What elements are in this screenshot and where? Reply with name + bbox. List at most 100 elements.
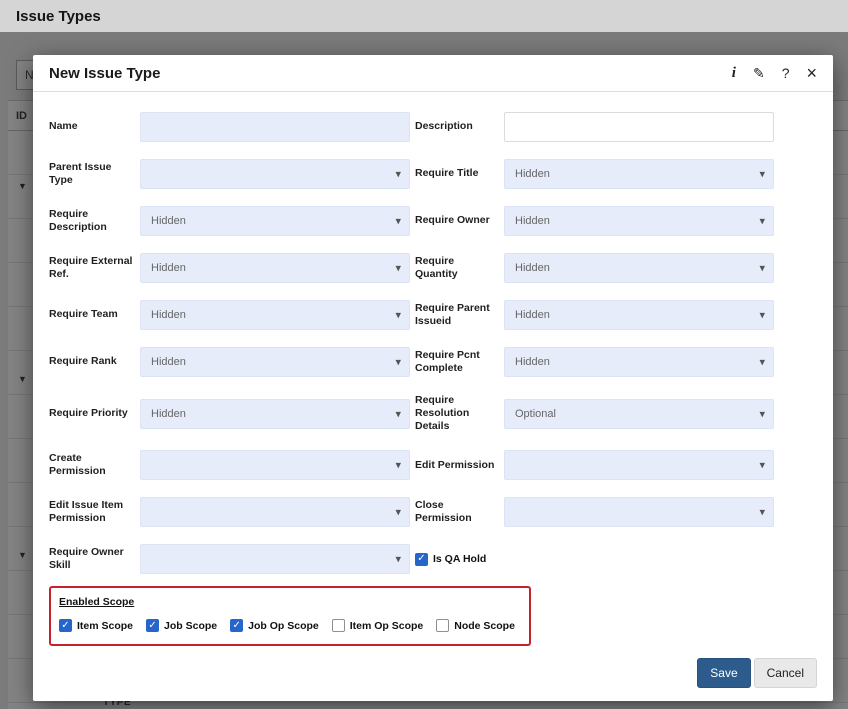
field-is-qa-hold: ✓ Is QA Hold: [410, 552, 774, 566]
save-button[interactable]: Save: [697, 658, 751, 688]
job-op-scope-checkbox[interactable]: ✓: [230, 619, 244, 633]
select-require-title[interactable]: Hidden ▾: [504, 159, 774, 189]
select-value-require-resolution-details: Optional: [515, 407, 556, 420]
field-label-require-quantity: Require Quantity: [415, 254, 458, 280]
dialog-footer: Save Cancel: [33, 658, 833, 701]
chevron-down-icon: ▾: [759, 168, 765, 181]
select-require-owner-skill[interactable]: ▾: [140, 544, 410, 575]
field-label-require-external-ref: Require External Ref.: [49, 254, 133, 280]
scope-label-node-scope: Node Scope: [454, 619, 515, 632]
new-issue-type-dialog: New Issue Type i ✎ ? × Name Description Pa…: [33, 55, 833, 701]
info-icon[interactable]: i: [732, 65, 736, 81]
chevron-down-icon: ▾: [395, 309, 401, 322]
scope-label-item-op-scope: Item Op Scope: [349, 619, 424, 632]
scope-option-job-op-scope: ✓ Job Op Scope: [230, 619, 319, 633]
enabled-scope-heading: Enabled Scope: [59, 596, 135, 609]
scope-label-job-op-scope: Job Op Scope: [248, 619, 319, 632]
input-description[interactable]: [504, 112, 774, 142]
page-title: Issue Types: [16, 7, 101, 25]
dialog-body: Name Description Parent Issue Type ▾ Require…: [33, 92, 833, 658]
cancel-button[interactable]: Cancel: [753, 658, 817, 688]
field-label-require-parent-issueid: Require Parent Issueid: [415, 301, 490, 327]
field-label-require-owner-skill: Require Owner Skill: [49, 546, 124, 572]
chevron-down-icon: ▾: [395, 215, 401, 228]
enabled-scope-options: ✓ Item Scope ✓ Job Scope ✓ Job Op Scope Item O…: [59, 619, 515, 633]
select-value-require-description: Hidden: [151, 215, 186, 227]
edit-icon[interactable]: ✎: [753, 66, 765, 80]
select-edit-permission[interactable]: ▾: [504, 450, 774, 481]
job-scope-checkbox[interactable]: ✓: [146, 619, 160, 633]
scope-option-job-scope: ✓ Job Scope: [146, 619, 218, 633]
page-header: Issue Types: [0, 0, 848, 32]
field-label-require-priority: Require Priority: [49, 407, 128, 420]
select-require-rank[interactable]: Hidden ▾: [140, 347, 410, 377]
node-scope-checkbox[interactable]: [436, 619, 450, 633]
help-icon[interactable]: ?: [782, 66, 790, 80]
scope-option-node-scope: Node Scope: [436, 619, 515, 633]
chevron-down-icon: ▾: [395, 356, 401, 369]
scope-option-item-scope: ✓ Item Scope: [59, 619, 133, 633]
select-value-require-parent-issueid: Hidden: [515, 309, 550, 321]
field-label-edit-permission: Edit Permission: [415, 458, 495, 471]
select-close-permission[interactable]: ▾: [504, 497, 774, 528]
item-op-scope-checkbox[interactable]: [331, 619, 345, 633]
chevron-down-icon: ▾: [395, 459, 401, 472]
select-value-require-rank: Hidden: [151, 356, 186, 368]
select-require-parent-issueid[interactable]: Hidden ▾: [504, 300, 774, 330]
select-value-require-external-ref: Hidden: [151, 262, 186, 274]
select-require-pcnt-complete[interactable]: Hidden ▾: [504, 347, 774, 377]
field-label-require-title: Require Title: [415, 167, 479, 180]
select-require-external-ref[interactable]: Hidden ▾: [140, 253, 410, 283]
chevron-down-icon: ▾: [759, 506, 765, 519]
select-require-team[interactable]: Hidden ▾: [140, 300, 410, 330]
field-label-require-owner: Require Owner: [415, 214, 490, 227]
select-require-owner[interactable]: Hidden ▾: [504, 206, 774, 236]
select-value-require-owner: Hidden: [515, 215, 550, 227]
chevron-down-icon: ▾: [759, 356, 765, 369]
input-name[interactable]: [140, 112, 410, 142]
chevron-down-icon: ▾: [395, 262, 401, 275]
field-label-parent-issue-type: Parent Issue Type: [49, 160, 112, 186]
item-scope-checkbox[interactable]: ✓: [59, 619, 72, 633]
dialog-titlebar: New Issue Type i ✎ ? ×: [33, 55, 833, 92]
dialog-toolbar: i ✎ ? ×: [732, 64, 817, 82]
chevron-down-icon: ▾: [395, 408, 401, 421]
chevron-down-icon: ▾: [395, 506, 401, 519]
scope-label-job-scope: Job Scope: [164, 619, 218, 632]
field-label-name: Name: [49, 120, 78, 133]
field-label-require-description: Require Description: [49, 207, 107, 233]
scope-option-item-op-scope: Item Op Scope: [331, 619, 424, 633]
select-value-require-team: Hidden: [151, 309, 186, 321]
select-value-require-title: Hidden: [515, 168, 550, 180]
field-label-is-qa-hold: Is QA Hold: [433, 553, 487, 566]
enabled-scope-section: Enabled Scope ✓ Item Scope ✓ Job Scope ✓ Job …: [49, 586, 531, 647]
select-create-permission[interactable]: ▾: [140, 450, 410, 481]
field-label-require-pcnt-complete: Require Pcnt Complete: [415, 348, 480, 374]
field-label-require-team: Require Team: [49, 308, 118, 321]
field-label-description: Description: [415, 120, 473, 133]
is-qa-hold-checkbox[interactable]: ✓: [415, 552, 428, 566]
chevron-down-icon: ▾: [759, 459, 765, 472]
select-require-description[interactable]: Hidden ▾: [140, 206, 410, 236]
select-value-require-pcnt-complete: Hidden: [515, 356, 550, 368]
chevron-down-icon: ▾: [395, 168, 401, 181]
close-icon[interactable]: ×: [806, 64, 817, 82]
chevron-down-icon: ▾: [759, 309, 765, 322]
select-edit-issue-item-permission[interactable]: ▾: [140, 497, 410, 528]
field-label-require-rank: Require Rank: [49, 355, 117, 368]
chevron-down-icon: ▾: [759, 215, 765, 228]
select-require-priority[interactable]: Hidden ▾: [140, 398, 410, 429]
field-label-create-permission: Create Permission: [49, 452, 106, 478]
select-value-require-quantity: Hidden: [515, 262, 550, 274]
select-value-require-priority: Hidden: [151, 407, 186, 420]
field-label-require-resolution-details: Require Resolution Details: [415, 394, 470, 433]
select-parent-issue-type[interactable]: ▾: [140, 159, 410, 189]
select-require-resolution-details[interactable]: Optional ▾: [504, 398, 774, 429]
dialog-title: New Issue Type: [49, 64, 161, 82]
field-label-close-permission: Close Permission: [415, 499, 472, 525]
chevron-down-icon: ▾: [759, 262, 765, 275]
select-require-quantity[interactable]: Hidden ▾: [504, 253, 774, 283]
chevron-down-icon: ▾: [759, 408, 765, 421]
field-label-edit-issue-item-permission: Edit Issue Item Permission: [49, 499, 124, 525]
chevron-down-icon: ▾: [395, 553, 401, 566]
